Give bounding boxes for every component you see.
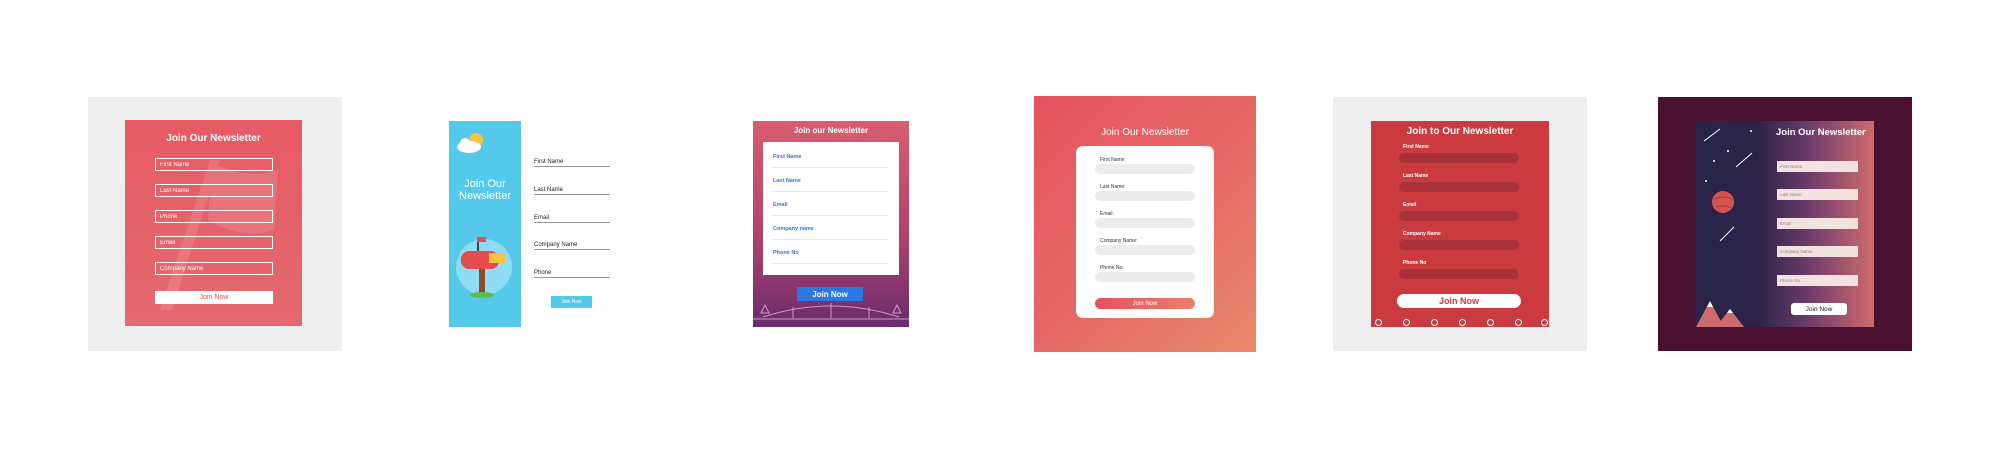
newsletter-form: First Name: Last Name: Email: Company Na…: [1076, 146, 1214, 318]
phone-field[interactable]: Phone No: [773, 250, 799, 256]
first-name-field[interactable]: First Name: [773, 154, 801, 160]
form-title: Join Our Newsletter: [459, 178, 511, 202]
decorative-dot: [1375, 319, 1382, 326]
company-name-input[interactable]: [534, 249, 610, 250]
company-name-input[interactable]: [155, 262, 273, 275]
email-input[interactable]: [1399, 211, 1519, 221]
last-name-input[interactable]: [534, 194, 610, 195]
decorative-dot: [1541, 319, 1548, 326]
phone-input[interactable]: [155, 210, 273, 223]
form-title: Join Our Newsletter: [1776, 127, 1866, 138]
last-name-input[interactable]: [1777, 189, 1858, 200]
phone-input[interactable]: [1095, 272, 1195, 282]
last-name-input[interactable]: [155, 184, 273, 197]
first-name-label: First Name: [1403, 144, 1429, 150]
first-name-input[interactable]: [534, 166, 610, 167]
first-name-input[interactable]: [1095, 164, 1195, 174]
last-name-input[interactable]: [1399, 182, 1519, 192]
join-now-button[interactable]: Join Now: [551, 296, 592, 308]
phone-label: Phone: [534, 270, 552, 276]
form-title: Join our Newsletter: [793, 126, 869, 135]
last-name-input[interactable]: [1095, 191, 1195, 201]
newsletter-card-6: Join Our Newsletter Join Now: [1658, 97, 1912, 351]
newsletter-card-5: Join to Our Newsletter First Name Last N…: [1333, 97, 1587, 351]
join-now-button[interactable]: Join Now: [1791, 303, 1847, 315]
company-name-input[interactable]: [1399, 240, 1519, 250]
field-divider: [773, 239, 889, 240]
company-name-input[interactable]: [1777, 246, 1858, 257]
first-name-label: First Name: [534, 159, 564, 165]
phone-input[interactable]: [1777, 275, 1858, 286]
newsletter-card-1: Join Our Newsletter Join Now: [88, 97, 342, 351]
newsletter-form-panel: Join to Our Newsletter First Name Last N…: [1371, 121, 1549, 327]
newsletter-card-4: Join Our Newsletter First Name: Last Nam…: [1034, 96, 1256, 352]
company-name-label: Company Name: [1403, 231, 1441, 237]
email-input[interactable]: [1095, 218, 1195, 228]
newsletter-card-2-sidebar: Join Our Newsletter: [449, 121, 521, 327]
field-divider: [773, 263, 889, 264]
last-name-label: Last Name: [1403, 173, 1429, 179]
decorative-dot: [1403, 319, 1410, 326]
email-label: Email: [534, 215, 550, 221]
decorative-dot: [1487, 319, 1494, 326]
phone-input[interactable]: [1399, 269, 1519, 279]
first-name-input[interactable]: [1399, 153, 1519, 163]
company-name-label: Company Name: [534, 242, 578, 248]
space-illustration: [1696, 128, 1753, 327]
decorative-dot: [1459, 319, 1466, 326]
decorative-dot: [1431, 319, 1438, 326]
first-name-input[interactable]: [155, 158, 273, 171]
newsletter-form: First Name Last Name Email Company name …: [763, 142, 899, 275]
mailbox-icon: [456, 237, 512, 298]
field-divider: [773, 191, 889, 192]
phone-input[interactable]: [534, 277, 610, 278]
field-divider: [773, 215, 889, 216]
form-title: Join Our Newsletter: [166, 133, 261, 144]
join-now-button[interactable]: Join Now: [1095, 298, 1195, 309]
first-name-input[interactable]: [1777, 161, 1858, 172]
last-name-label: Last Name: [534, 187, 564, 193]
email-input[interactable]: [155, 236, 273, 249]
newsletter-card-3: Join our Newsletter First Name Last Name…: [753, 121, 909, 327]
company-name-input[interactable]: [1095, 245, 1195, 255]
join-now-button[interactable]: Join Now: [1397, 294, 1521, 308]
form-title: Join to Our Newsletter: [1406, 126, 1514, 137]
email-label: Email:: [1100, 211, 1114, 217]
phone-label: Phone No: [1403, 260, 1427, 266]
email-input[interactable]: [1777, 218, 1858, 229]
bridge-illustration: [753, 303, 909, 320]
newsletter-form-panel: Join Our Newsletter Join Now: [125, 120, 302, 326]
company-name-field[interactable]: Company name: [773, 226, 814, 232]
phone-label: Phone No:: [1100, 265, 1124, 271]
first-name-label: First Name:: [1100, 157, 1126, 163]
join-now-button[interactable]: Join Now: [155, 291, 273, 304]
field-divider: [773, 167, 889, 168]
last-name-field[interactable]: Last Name: [773, 178, 801, 184]
newsletter-form-panel: Join Our Newsletter Join Now: [1696, 121, 1874, 327]
email-field[interactable]: Email: [773, 202, 788, 208]
form-title: Join Our Newsletter: [1101, 127, 1189, 138]
decorative-dot: [1515, 319, 1522, 326]
company-name-label: Company Name:: [1100, 238, 1138, 244]
last-name-label: Last Name:: [1100, 184, 1126, 190]
email-input[interactable]: [534, 222, 610, 223]
email-label: Email: [1403, 202, 1417, 208]
sun-cloud-icon: [457, 133, 483, 153]
